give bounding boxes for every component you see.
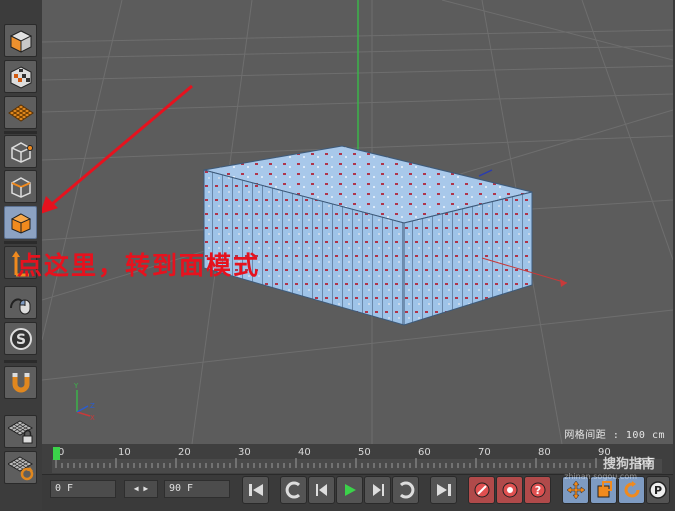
timeline-tick-label: 80 xyxy=(538,447,551,458)
texture-mode-button[interactable] xyxy=(4,60,37,93)
watermark-url: zhinan.sogou.com xyxy=(564,472,637,481)
key-record-icon xyxy=(474,482,489,498)
play-icon xyxy=(344,484,356,496)
svg-text:P: P xyxy=(654,484,662,497)
magnet-icon xyxy=(12,372,29,392)
solo-button[interactable]: S xyxy=(4,322,37,355)
step-forward-icon xyxy=(372,484,384,496)
timeline-tick-label: 70 xyxy=(478,447,491,458)
grid-lock-icon xyxy=(7,419,33,443)
checker-cube-icon xyxy=(10,65,31,89)
cube-icon xyxy=(9,29,32,53)
mouse-icon xyxy=(9,297,30,314)
toolbar-separator xyxy=(4,241,37,244)
playhead[interactable] xyxy=(53,447,60,460)
workplane-mode-button[interactable] xyxy=(4,96,37,129)
timeline-ruler[interactable]: 0 10 20 30 40 50 60 70 80 90 0 F xyxy=(42,444,673,474)
record-button[interactable] xyxy=(468,476,495,504)
grid-plane-icon xyxy=(7,103,34,122)
svg-text:Z: Z xyxy=(90,402,95,410)
previous-keyframe-button[interactable] xyxy=(280,476,307,504)
perspective-scene xyxy=(42,0,673,444)
question-key-icon: ? xyxy=(530,482,545,498)
toolbar-separator xyxy=(4,131,37,134)
next-key-icon xyxy=(399,481,414,499)
svg-text:?: ? xyxy=(534,484,540,497)
grid-spacing-readout: 网格间距 : 100 cm xyxy=(564,430,665,441)
auto-key-button[interactable] xyxy=(496,476,523,504)
go-to-end-button[interactable] xyxy=(430,476,457,504)
next-keyframe-button[interactable] xyxy=(392,476,419,504)
timeline-tick-label: 50 xyxy=(358,447,371,458)
start-frame-field[interactable]: 0 F xyxy=(50,480,116,498)
polygon-cube-icon xyxy=(10,212,31,234)
workplane-align-button[interactable] xyxy=(4,451,37,484)
auto-key-icon xyxy=(502,482,517,498)
play-button[interactable] xyxy=(336,476,363,504)
next-frame-button[interactable] xyxy=(364,476,391,504)
grid-refresh-icon xyxy=(7,455,33,480)
parameter-key-button[interactable]: P xyxy=(646,476,670,504)
svg-text:S: S xyxy=(15,332,25,348)
toolbar-separator xyxy=(4,360,37,363)
rotate-icon xyxy=(624,481,639,498)
workplane-lock-button[interactable] xyxy=(4,415,37,448)
frame-stepper[interactable]: ◀ ▶ xyxy=(124,480,158,498)
solo-s-icon: S xyxy=(9,327,32,350)
skip-start-icon xyxy=(248,484,263,496)
parameter-p-icon: P xyxy=(649,481,667,499)
prev-key-icon xyxy=(285,481,300,499)
timeline-tick-label: 60 xyxy=(418,447,431,458)
timeline-tick-label: 30 xyxy=(238,447,251,458)
skip-end-icon xyxy=(436,484,451,496)
timeline-ticks: 0 10 20 30 40 50 60 70 80 900 F xyxy=(42,444,673,474)
tweak-mode-button[interactable] xyxy=(4,286,37,319)
timeline-tick-label: 10 xyxy=(118,447,131,458)
svg-text:Y: Y xyxy=(73,382,79,390)
step-back-icon xyxy=(315,484,327,496)
keyframe-selection-button[interactable]: ? xyxy=(524,476,551,504)
go-to-start-button[interactable] xyxy=(242,476,269,504)
end-frame-field[interactable]: 90 F xyxy=(164,480,230,498)
3d-viewport[interactable]: Y Z X 网格间距 : 100 cm xyxy=(42,0,673,444)
timeline-tick-label: 20 xyxy=(178,447,191,458)
snap-button[interactable] xyxy=(4,366,37,399)
edges-cube-icon xyxy=(10,176,31,198)
points-mode-button[interactable] xyxy=(4,135,37,168)
watermark-logo: 搜狗指南 xyxy=(602,457,655,472)
move-arrows-icon xyxy=(566,480,585,500)
scale-box-icon xyxy=(597,481,612,498)
axis-gizmo: Y Z X xyxy=(72,380,102,420)
polygons-mode-button[interactable] xyxy=(4,206,37,239)
edges-mode-button[interactable] xyxy=(4,170,37,203)
timeline-tick-label: 40 xyxy=(298,447,311,458)
previous-frame-button[interactable] xyxy=(308,476,335,504)
make-editable-button[interactable] xyxy=(4,24,37,57)
instruction-annotation: 点这里，转到面模式 xyxy=(17,251,261,280)
points-cube-icon xyxy=(10,141,33,163)
svg-text:X: X xyxy=(90,414,95,420)
